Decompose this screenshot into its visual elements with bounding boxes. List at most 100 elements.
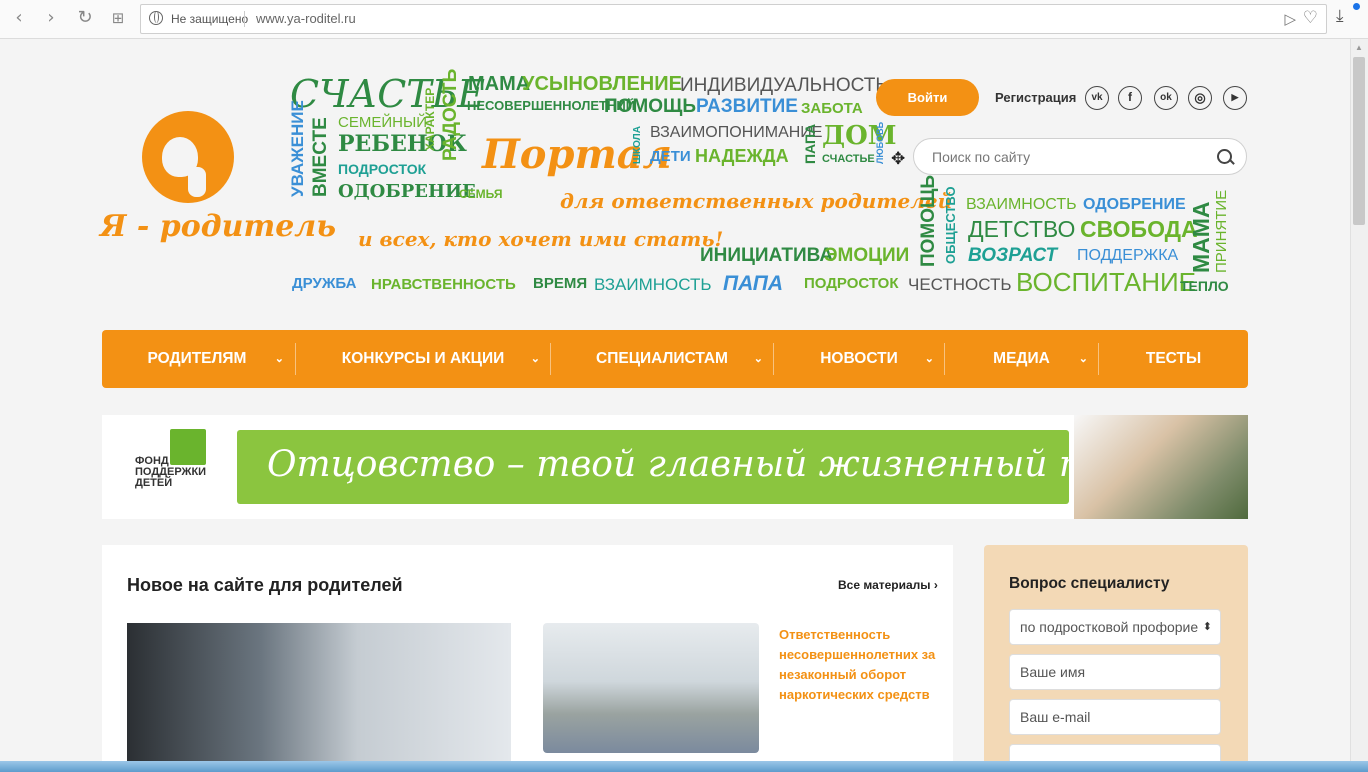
wc-word: СЧАСТЬЕ	[822, 153, 875, 165]
send-icon[interactable]: ▷	[1284, 10, 1296, 28]
banner-photo	[1074, 415, 1248, 519]
wc-word: ПОМОЩЬ	[604, 96, 697, 117]
download-icon[interactable]: ⤓	[1336, 3, 1360, 28]
fond-logo-text: ФОНД ПОДДЕРЖКИ ДЕТЕЙ	[135, 455, 207, 489]
search-input[interactable]: Поиск по сайту	[913, 138, 1247, 175]
facebook-icon[interactable]: f	[1118, 86, 1142, 110]
name-field[interactable]: Ваше имя	[1009, 654, 1221, 690]
back-icon[interactable]: ‹	[8, 7, 30, 29]
menu-item-label: НОВОСТИ	[820, 350, 898, 367]
menu-item-contests[interactable]: КОНКУРСЫ И АКЦИИ ⌄	[296, 330, 550, 388]
menu-item-specialists[interactable]: СПЕЦИАЛИСТАМ ⌄	[551, 330, 773, 388]
wc-word: НАДЕЖДА	[695, 146, 789, 166]
wc-word: ПОМОЩЬ	[918, 174, 939, 267]
chevron-down-icon: ⌄	[924, 353, 934, 365]
url-text[interactable]: www.ya-roditel.ru	[256, 11, 356, 26]
os-taskbar	[0, 761, 1368, 772]
divider	[244, 11, 245, 27]
menu-item-news[interactable]: НОВОСТИ ⌄	[774, 330, 944, 388]
wc-word: УВАЖЕНИЕ	[288, 100, 307, 197]
chevron-down-icon: ⌄	[753, 353, 763, 365]
wc-tagline: для ответственных родителей	[560, 189, 953, 213]
all-materials-link[interactable]: Все материалы ›	[838, 578, 938, 592]
menu-item-label: МЕДИА	[993, 350, 1050, 367]
wc-word: УСЫНОВЛЕНИЕ	[522, 73, 682, 95]
wc-word: ОДОБРЕНИЕ	[1083, 196, 1186, 213]
wc-word: СЕМЕЙНЫЙ	[338, 114, 428, 131]
wc-word: ЛЮБОВЬ	[875, 121, 885, 164]
wc-word: ДЕТИ	[650, 148, 691, 165]
text-field[interactable]	[1009, 744, 1221, 761]
wc-tagline: и всех, кто хочет ими стать!	[358, 227, 724, 251]
wc-word: ВЗАИМНОСТЬ	[594, 275, 712, 294]
wc-word: ВОЗРАСТ	[968, 245, 1058, 266]
wc-word: ОБЩЕСТВО	[943, 186, 958, 264]
logo-name: Я - родитель	[100, 209, 337, 244]
banner-slogan-box: Отцовство – твой главный жизненный проек…	[237, 430, 1218, 504]
register-link[interactable]: Регистрация	[995, 90, 1076, 105]
chevron-down-icon: ⌄	[274, 353, 284, 365]
heart-icon[interactable]: ♡	[1303, 8, 1318, 28]
wc-word: ВРЕМЯ	[533, 275, 588, 292]
menu-item-media[interactable]: МЕДИА ⌄	[945, 330, 1098, 388]
wc-word: ВОСПИТАНИЕ	[1016, 267, 1197, 297]
site-logo[interactable]: Я - родитель	[100, 109, 336, 259]
news-section: Новое на сайте для родителей Все материа…	[102, 545, 953, 761]
chevron-down-icon: ⌄	[1078, 353, 1088, 365]
wc-word: ПОДРОСТОК	[338, 161, 427, 177]
wc-word: ДОМ	[822, 121, 897, 151]
chevron-down-icon: ⌄	[530, 353, 540, 365]
wc-word: СВОБОДА	[1080, 216, 1198, 242]
odnoklassniki-icon[interactable]: ok	[1154, 86, 1178, 110]
menu-item-label: РОДИТЕЛЯМ	[147, 350, 247, 367]
promo-banner[interactable]: ФОНД ПОДДЕРЖКИ ДЕТЕЙ Отцовство – твой гл…	[102, 415, 1248, 519]
menu-item-tests[interactable]: ТЕСТЫ	[1099, 330, 1248, 388]
vk-icon[interactable]: vk	[1085, 86, 1109, 110]
news-image-main[interactable]	[127, 623, 511, 761]
wc-word: ТЕПЛО	[1180, 278, 1229, 294]
forward-icon[interactable]: ›	[40, 7, 62, 29]
wc-word: ПАПА	[802, 123, 818, 164]
topic-select-value: по подростковой профорие	[1020, 619, 1199, 635]
email-field[interactable]: Ваш e-mail	[1009, 699, 1221, 735]
scrollbar[interactable]: ▲	[1350, 39, 1368, 761]
wc-word: ЗАБОТА	[801, 100, 863, 117]
news-image-secondary[interactable]	[543, 623, 759, 753]
select-arrows-icon: ⬍	[1202, 621, 1212, 633]
wc-word: ИНДИВИДУАЛЬНОСТЬ	[680, 75, 888, 96]
wc-word: ХАРАКТЕР	[423, 87, 437, 151]
main-menu: РОДИТЕЛЯМ ⌄ КОНКУРСЫ И АКЦИИ ⌄ СПЕЦИАЛИСТА…	[102, 330, 1248, 388]
move-cursor-icon: ✥	[891, 149, 906, 169]
wc-word: МАМА	[1188, 201, 1214, 273]
wc-word: ОДОБРЕНИЕ	[338, 181, 476, 202]
download-glyph: ⤓	[1336, 6, 1344, 26]
page: Я - родитель СЧАСТЬЕ МАМА УСЫНОВЛЕНИЕ ИН…	[0, 39, 1350, 761]
news-article-link[interactable]: Ответственность несовершеннолетних за не…	[779, 625, 949, 705]
wc-word: Портал	[482, 131, 672, 178]
wc-word: ДРУЖБА	[292, 275, 357, 292]
scroll-up-icon[interactable]: ▲	[1355, 43, 1363, 52]
menu-item-parents[interactable]: РОДИТЕЛЯМ ⌄	[102, 330, 294, 388]
globe-icon	[149, 11, 163, 25]
form-title: Вопрос специалисту	[1009, 575, 1170, 592]
wc-word: ШКОЛА	[632, 126, 643, 164]
search-icon[interactable]	[1217, 149, 1232, 164]
address-bar[interactable]: Не защищено www.ya-roditel.ru ▷ ♡	[140, 4, 1327, 34]
instagram-icon[interactable]: ◎	[1188, 86, 1212, 110]
section-title: Новое на сайте для родителей	[127, 575, 403, 595]
login-button[interactable]: Войти	[876, 79, 979, 116]
wc-word: ПОДРОСТОК	[804, 275, 899, 292]
wc-word: ПОДДЕРЖКА	[1077, 247, 1179, 264]
ask-specialist-form: Вопрос специалисту по подростковой профо…	[984, 545, 1248, 761]
security-label[interactable]: Не защищено	[171, 12, 248, 26]
wc-word: ВМЕСТЕ	[310, 117, 331, 197]
tabs-grid-icon[interactable]: ⊞	[107, 7, 129, 29]
topic-select[interactable]: по подростковой профорие ⬍	[1009, 609, 1221, 645]
wc-word: МАМА	[468, 73, 531, 95]
wc-word: РАДОСТЬ	[440, 68, 461, 161]
reload-icon[interactable]: ↻	[74, 7, 96, 29]
youtube-icon[interactable]: ▶	[1223, 86, 1247, 110]
wc-word: ДЕТСТВО	[968, 216, 1076, 242]
scrollbar-thumb[interactable]	[1353, 57, 1365, 225]
wc-word: ВЗАИМНОСТЬ	[966, 196, 1077, 213]
